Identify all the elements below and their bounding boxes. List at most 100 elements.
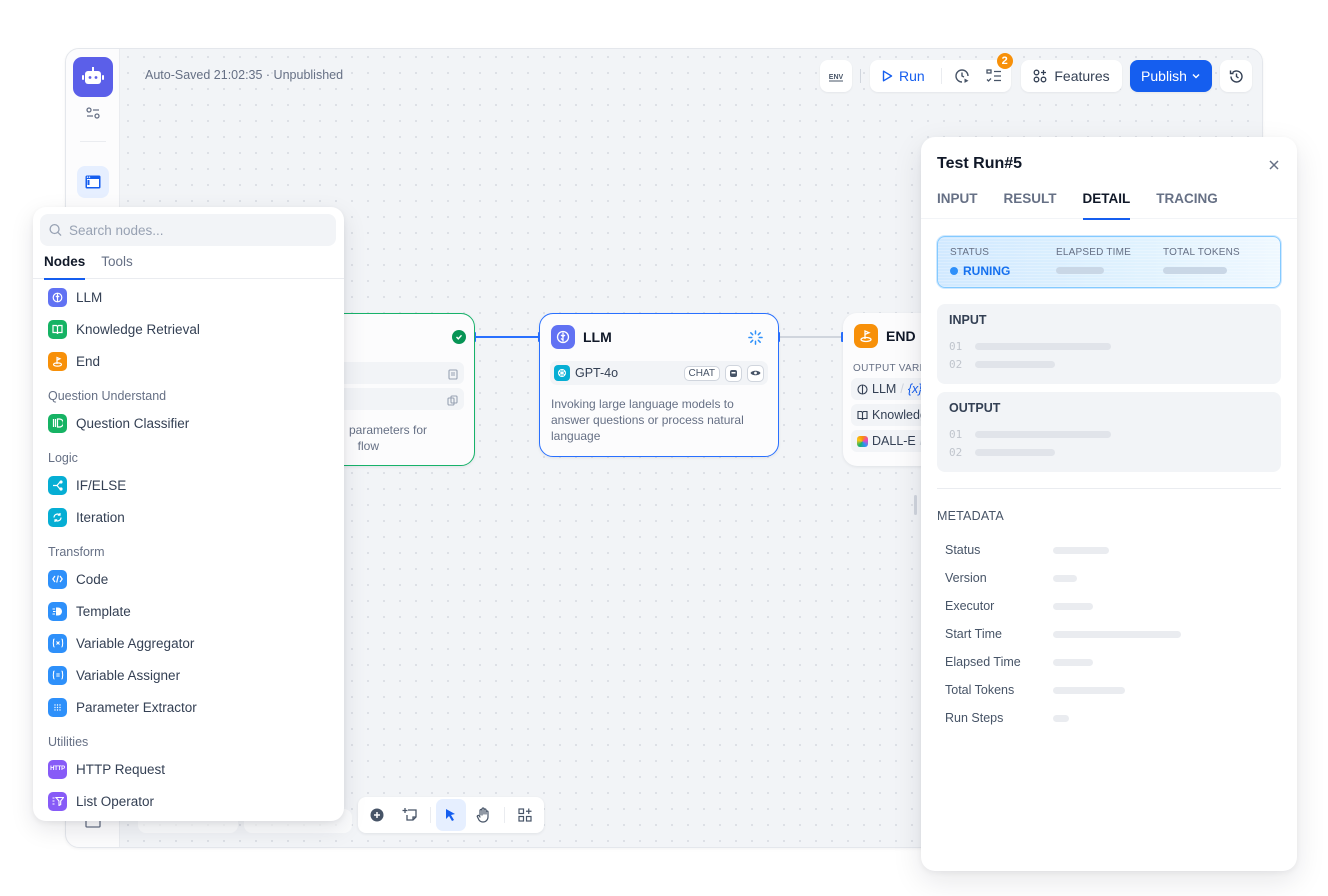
run-history-icon: [955, 69, 969, 83]
book-icon: [857, 410, 868, 420]
version-history-button[interactable]: [1220, 60, 1252, 92]
add-node-icon: [370, 808, 384, 822]
node-item-end[interactable]: End: [33, 345, 344, 377]
node-item-variable-aggregator[interactable]: Variable Aggregator: [33, 627, 344, 659]
total-tokens-label: TOTAL TOKENS: [1163, 247, 1240, 258]
node-item-parameter-extractor[interactable]: Parameter Extractor: [33, 691, 344, 723]
book-icon: [48, 319, 67, 339]
panel-title: Test Run#5: [937, 155, 1023, 172]
tab-result[interactable]: RESULT: [1004, 185, 1057, 219]
hand-mode-button[interactable]: [468, 799, 498, 831]
node-item-label: List Operator: [76, 793, 155, 809]
add-note-button[interactable]: [394, 799, 424, 831]
node-item-question-classifier[interactable]: Question Classifier: [33, 407, 344, 439]
node-item-code[interactable]: Code: [33, 563, 344, 595]
tab-input[interactable]: INPUT: [937, 185, 978, 219]
svg-text:ENV: ENV: [829, 74, 844, 81]
run-group: Run 2: [870, 53, 1013, 92]
search-nodes-field[interactable]: [40, 214, 336, 246]
tab-tools[interactable]: Tools: [101, 247, 133, 279]
publish-label: Publish: [1141, 68, 1187, 84]
close-icon: [1269, 160, 1279, 170]
add-note-icon: [402, 808, 417, 821]
eye-icon: [747, 364, 764, 382]
chevron-down-icon: [1192, 74, 1200, 79]
tab-nodes[interactable]: Nodes: [44, 247, 86, 280]
output-section: OUTPUT 01 02: [937, 392, 1281, 472]
checklist-button[interactable]: 2: [978, 53, 1013, 92]
node-item-iteration[interactable]: Iteration: [33, 501, 344, 533]
node-item-label: IF/ELSE: [76, 477, 127, 493]
section-divider: [937, 488, 1281, 489]
node-item-label: Iteration: [76, 509, 125, 525]
filter-icon: [48, 791, 67, 811]
metadata-key: Run Steps: [945, 711, 1004, 725]
model-selector[interactable]: GPT-4o CHAT: [550, 361, 768, 385]
llm-icon: [551, 325, 575, 349]
node-item-knowledge-retrieval[interactable]: Knowledge Retrieval: [33, 313, 344, 345]
http-icon: HTTP: [48, 759, 67, 779]
search-nodes-input[interactable]: [69, 222, 327, 238]
play-icon: [882, 70, 893, 82]
metadata-value-skeleton: [1053, 546, 1109, 554]
workflow-window-icon[interactable]: [77, 166, 109, 198]
template-icon: [48, 601, 67, 621]
pointer-mode-button[interactable]: [435, 799, 467, 831]
input-section: INPUT 01 02: [937, 304, 1281, 384]
metadata-title: METADATA: [937, 509, 1004, 523]
env-icon: ENV: [829, 74, 844, 82]
metadata-row: Run Steps: [945, 711, 1069, 725]
features-button[interactable]: Features: [1021, 60, 1122, 92]
model-name: GPT-4o: [575, 366, 619, 380]
input-title: INPUT: [949, 313, 987, 327]
run-status-card: STATUS RUNING ELAPSED TIME TOTAL TOKENS: [937, 236, 1281, 288]
node-item-if-else[interactable]: IF/ELSE: [33, 469, 344, 501]
edge-llm-end: [779, 336, 843, 338]
node-item-http-request[interactable]: HTTP HTTP Request: [33, 753, 344, 785]
node-item-label: Parameter Extractor: [76, 699, 197, 715]
publish-button[interactable]: Publish: [1130, 60, 1212, 92]
sidebar-divider: [80, 141, 106, 142]
features-label: Features: [1054, 68, 1110, 84]
close-panel-button[interactable]: [1269, 157, 1279, 175]
hand-icon: [476, 807, 489, 823]
checklist-badge: 2: [996, 53, 1013, 69]
status-dot-icon: [950, 267, 958, 275]
node-picker-panel: Nodes Tools LLM Knowledge Retrieval End Que…: [33, 207, 344, 821]
llm-icon: [857, 383, 868, 395]
robot-icon: [725, 364, 742, 382]
metadata-row: Status: [945, 543, 1109, 557]
node-item-template[interactable]: Template: [33, 595, 344, 627]
panel-resize-handle[interactable]: [914, 495, 917, 515]
node-group-title: Question Understand: [48, 389, 167, 403]
flag-icon: [854, 324, 878, 348]
node-group-title: Logic: [48, 451, 78, 465]
llm-node[interactable]: LLM GPT-4o CHAT Invoking large language …: [539, 313, 779, 457]
run-history-button[interactable]: [946, 60, 978, 92]
metadata-row: Start Time: [945, 627, 1181, 641]
llm-node-description: Invoking large language models to answer…: [551, 397, 744, 443]
add-node-button[interactable]: [362, 799, 392, 831]
features-icon: [1033, 69, 1047, 83]
node-item-variable-assigner[interactable]: Variable Assigner: [33, 659, 344, 691]
metadata-value-skeleton: [1053, 574, 1077, 582]
env-button[interactable]: ENV: [820, 60, 852, 92]
organize-button[interactable]: [510, 799, 540, 831]
edge-start-llm: [475, 336, 539, 338]
node-item-llm[interactable]: LLM: [33, 281, 344, 313]
checklist-icon: [986, 69, 1001, 82]
loading-spinner-icon: [748, 330, 763, 350]
output-title: OUTPUT: [949, 401, 1001, 415]
node-item-list-operator[interactable]: List Operator: [33, 785, 344, 817]
files-icon: [447, 393, 458, 411]
organize-icon: [518, 808, 532, 822]
node-item-label: Variable Assigner: [76, 667, 181, 683]
tab-tracing[interactable]: TRACING: [1156, 185, 1218, 219]
settings-sliders-icon[interactable]: [83, 103, 103, 123]
node-item-label: End: [76, 353, 101, 369]
tab-detail[interactable]: DETAIL: [1082, 185, 1130, 220]
robot-logo-icon[interactable]: [73, 57, 113, 97]
node-list: LLM Knowledge Retrieval End Question Unders…: [33, 281, 344, 817]
run-button[interactable]: Run: [870, 60, 937, 92]
elapsed-time-skeleton: [1056, 267, 1104, 274]
